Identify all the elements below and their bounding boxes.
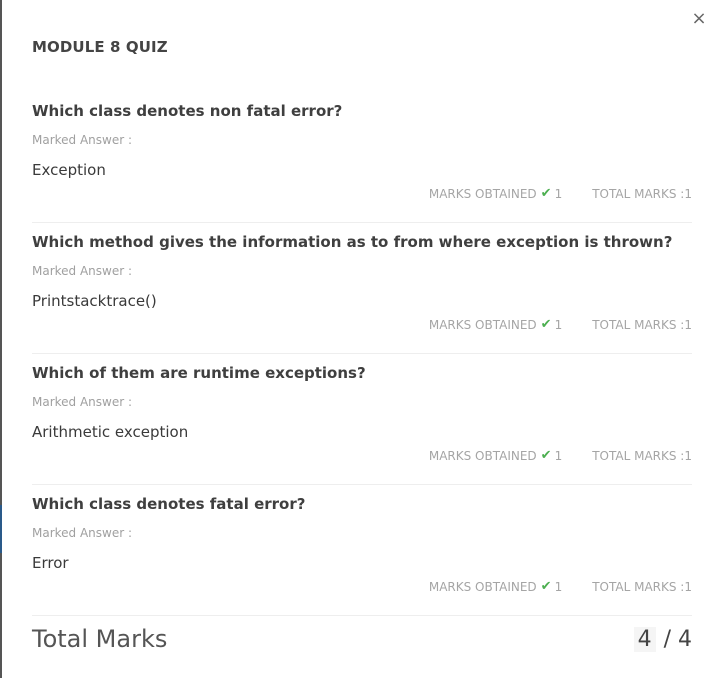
total-marks-value: 1 (684, 317, 692, 332)
total-marks-label: TOTAL MARKS : (592, 317, 685, 332)
check-icon: ✔ (540, 317, 552, 332)
question-item: Which class denotes fatal error? Marked … (32, 485, 692, 616)
question-item: Which class denotes non fatal error? Mar… (32, 92, 692, 223)
marks-obtained-value: 1 (554, 317, 563, 332)
marks-row: MARKS OBTAINED ✔ 1 TOTAL MARKS : 1 (429, 186, 692, 201)
question-text: Which of them are runtime exceptions? (32, 364, 366, 382)
total-marks-label: TOTAL MARKS : (592, 579, 685, 594)
marked-answer-text: Error (32, 554, 69, 572)
question-item: Which of them are runtime exceptions? Ma… (32, 354, 692, 485)
marked-answer-label: Marked Answer : (32, 133, 133, 147)
total-marks-label: TOTAL MARKS : (592, 448, 685, 463)
marked-answer-label: Marked Answer : (32, 526, 133, 540)
marks-obtained-label: MARKS OBTAINED (428, 448, 537, 463)
total-score: 4 / 4 (633, 627, 692, 652)
marks-row: MARKS OBTAINED ✔ 1 TOTAL MARKS : 1 (429, 579, 692, 594)
marked-answer-label: Marked Answer : (32, 395, 133, 409)
question-text: Which class denotes non fatal error? (32, 102, 343, 120)
marked-answer-label: Marked Answer : (32, 264, 133, 278)
question-list: Which class denotes non fatal error? Mar… (32, 92, 692, 616)
total-score-max: / 4 (663, 627, 692, 652)
marks-obtained-value: 1 (554, 579, 563, 594)
quiz-title: MODULE 8 QUIZ (32, 38, 168, 56)
close-icon[interactable]: × (691, 10, 707, 28)
left-edge-divider (0, 0, 2, 678)
question-item: Which method gives the information as to… (32, 223, 692, 354)
question-text: Which method gives the information as to… (32, 233, 673, 251)
marks-obtained-label: MARKS OBTAINED (428, 186, 537, 201)
total-marks-heading: Total Marks (32, 625, 168, 653)
marks-obtained-value: 1 (554, 448, 563, 463)
check-icon: ✔ (540, 448, 552, 463)
total-score-obtained: 4 (633, 627, 656, 652)
marks-row: MARKS OBTAINED ✔ 1 TOTAL MARKS : 1 (429, 317, 692, 332)
total-marks-label: TOTAL MARKS : (592, 186, 685, 201)
marks-obtained-value: 1 (554, 186, 563, 201)
marked-answer-text: Exception (32, 161, 106, 179)
check-icon: ✔ (540, 186, 552, 201)
marks-obtained-label: MARKS OBTAINED (428, 579, 537, 594)
left-edge-accent (0, 505, 2, 553)
marks-obtained-label: MARKS OBTAINED (428, 317, 537, 332)
total-marks-value: 1 (684, 579, 692, 594)
marked-answer-text: Printstacktrace() (32, 292, 157, 310)
total-marks-value: 1 (684, 186, 692, 201)
question-text: Which class denotes fatal error? (32, 495, 306, 513)
check-icon: ✔ (540, 579, 552, 594)
total-marks-value: 1 (684, 448, 692, 463)
quiz-result-modal: × MODULE 8 QUIZ Which class denotes non … (0, 0, 715, 678)
marked-answer-text: Arithmetic exception (32, 423, 189, 441)
marks-row: MARKS OBTAINED ✔ 1 TOTAL MARKS : 1 (429, 448, 692, 463)
total-marks-section: Total Marks 4 / 4 (32, 611, 692, 671)
